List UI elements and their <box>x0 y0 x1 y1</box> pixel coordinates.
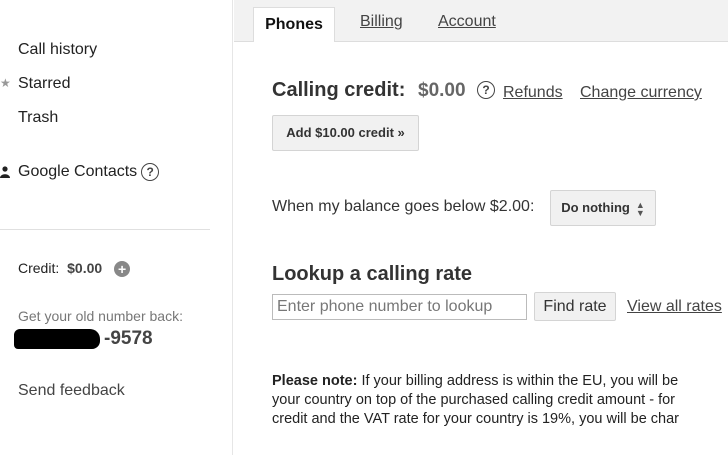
view-all-rates-link[interactable]: View all rates <box>627 298 722 316</box>
credit-amount: $0.00 <box>67 260 103 276</box>
add-credit-button[interactable]: Add $10.00 credit » <box>272 115 419 151</box>
old-number-label: Get your old number back: <box>18 308 183 324</box>
balance-action-value: Do nothing <box>561 200 630 215</box>
note-line-3: credit and the VAT rate for your country… <box>272 411 679 427</box>
calling-credit-amount: $0.00 <box>418 80 466 101</box>
tab-billing[interactable]: Billing <box>360 8 403 42</box>
phone-lookup-input[interactable] <box>272 294 527 320</box>
old-number-suffix: -9578 <box>104 328 153 349</box>
sidebar-item-trash[interactable]: Trash <box>18 109 58 127</box>
main-content: Calling credit: $0.00 ? Refunds Change c… <box>234 42 728 455</box>
old-number[interactable]: -9578 <box>14 328 153 350</box>
calling-credit-title: Calling credit: <box>272 79 406 101</box>
note-line-1: If your billing address is within the EU… <box>361 373 679 389</box>
person-icon <box>0 166 10 178</box>
sidebar-item-google-contacts[interactable]: Google Contacts? <box>18 163 160 181</box>
tab-account[interactable]: Account <box>438 8 496 42</box>
tab-bar: Phones Billing Account <box>234 0 728 42</box>
help-icon[interactable]: ? <box>477 81 495 99</box>
sidebar-credit: Credit: $0.00 + <box>18 260 131 278</box>
redacted-number-block <box>14 328 100 349</box>
balance-action-select[interactable]: Do nothing ▲ ▼ <box>550 190 656 226</box>
refunds-link[interactable]: Refunds <box>503 84 563 102</box>
help-icon[interactable]: ? <box>141 163 160 181</box>
find-rate-button[interactable]: Find rate <box>534 292 616 321</box>
star-icon: ★ <box>0 76 11 90</box>
billing-note: Please note: If your billing address is … <box>272 372 728 429</box>
tab-phones[interactable]: Phones <box>253 7 335 42</box>
change-currency-link[interactable]: Change currency <box>580 84 702 102</box>
send-feedback-link[interactable]: Send feedback <box>18 382 125 400</box>
balance-threshold-label: When my balance goes below $2.00: <box>272 198 535 215</box>
google-contacts-label: Google Contacts <box>18 163 138 181</box>
sidebar-item-starred[interactable]: Starred <box>18 75 70 93</box>
note-bold-label: Please note: <box>272 373 358 389</box>
lookup-rate-title: Lookup a calling rate <box>272 263 473 285</box>
credit-label: Credit: <box>18 260 60 276</box>
sidebar: Call history ★ Starred Trash Google Cont… <box>0 0 233 455</box>
add-credit-icon[interactable]: + <box>114 261 131 278</box>
note-line-2: your country on top of the purchased cal… <box>272 392 675 408</box>
sidebar-item-call-history[interactable]: Call history <box>18 41 97 59</box>
select-arrows-icon: ▲ ▼ <box>635 199 645 218</box>
sidebar-divider <box>0 229 210 230</box>
